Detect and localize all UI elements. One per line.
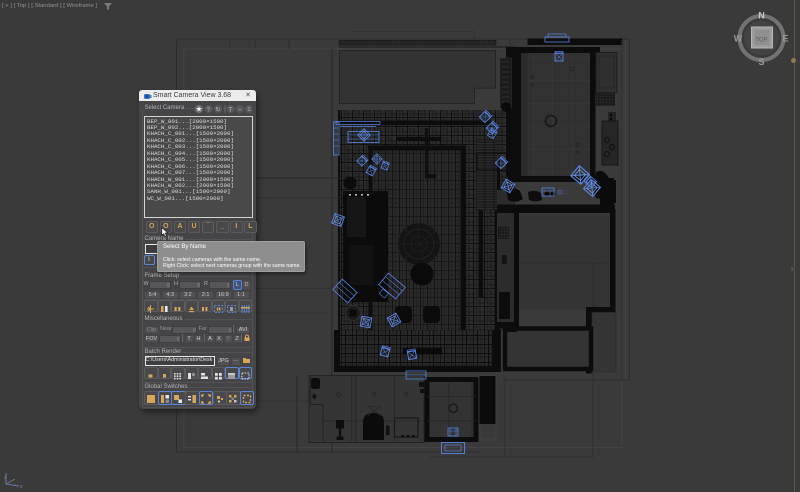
svg-text:↻: ↻	[215, 106, 220, 113]
svg-text:T: T	[229, 107, 233, 113]
svg-text:W: W	[734, 34, 743, 44]
svg-text:★: ★	[196, 105, 203, 114]
svg-text:⠿: ⠿	[247, 106, 251, 113]
svg-text:x: x	[20, 484, 23, 489]
svg-text:N: N	[758, 11, 765, 21]
svg-text:S: S	[758, 57, 764, 67]
svg-text:TOP: TOP	[755, 38, 767, 44]
svg-text:E: E	[782, 34, 788, 44]
